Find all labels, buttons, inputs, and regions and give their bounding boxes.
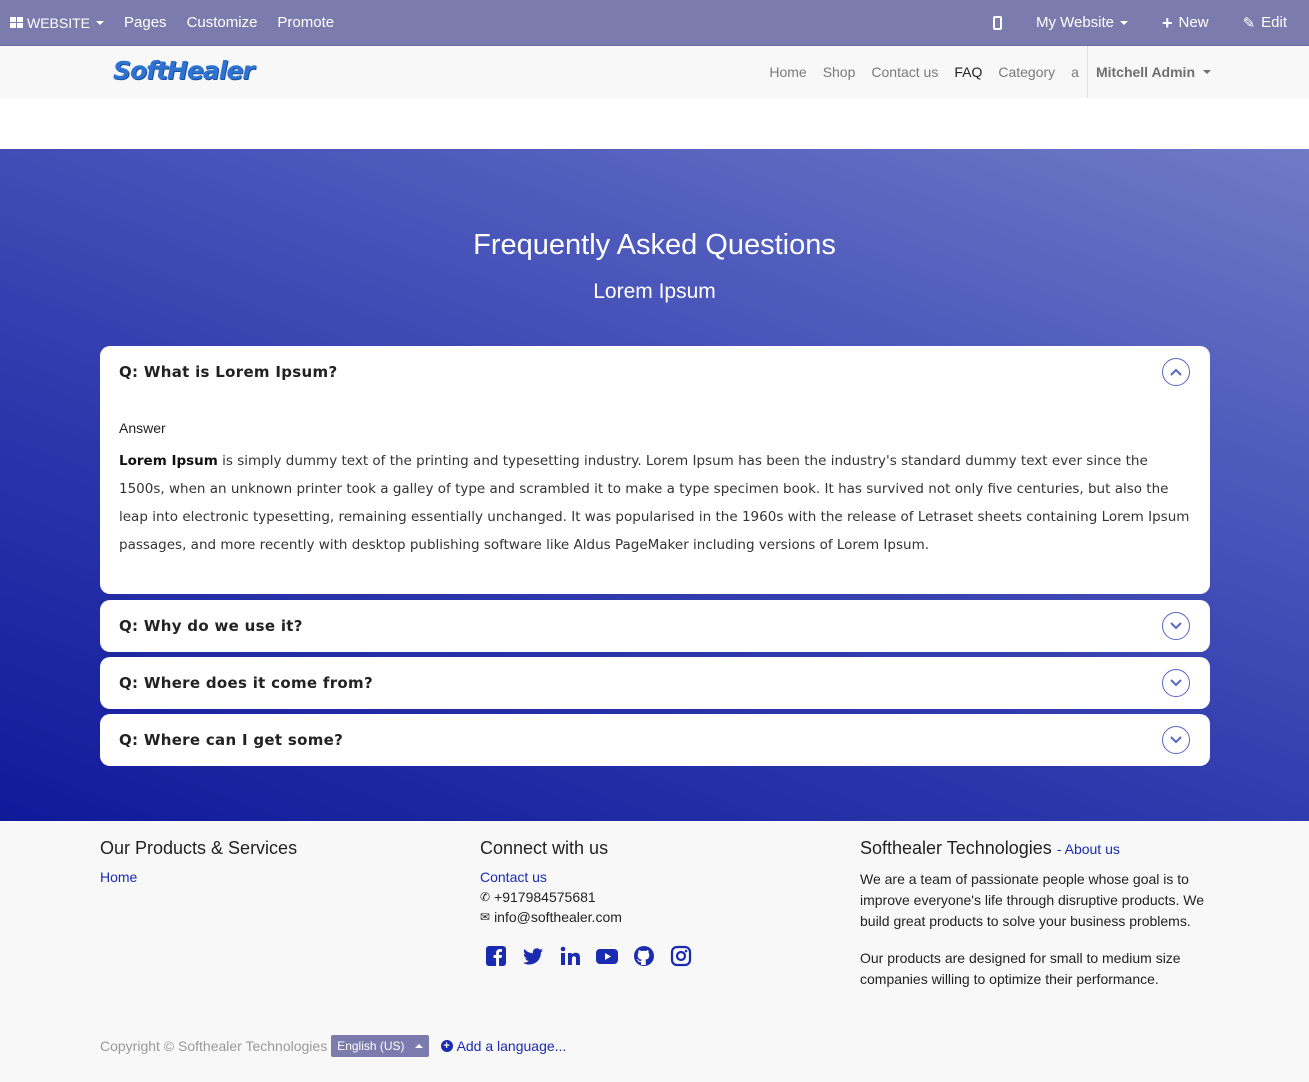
nav-contact-us[interactable]: Contact us — [863, 64, 946, 80]
phone-line: ✆ +917984575681 — [480, 889, 692, 905]
caret-up-icon — [414, 1044, 423, 1048]
linkedin-icon[interactable] — [559, 945, 581, 967]
about-title: Softhealer Technologies - About us — [860, 838, 1210, 859]
envelope-icon: ✉ — [480, 910, 491, 924]
chevron-up-icon[interactable] — [1162, 358, 1190, 386]
caret-down-icon — [96, 20, 105, 25]
plus-icon: + — [1162, 12, 1173, 33]
facebook-icon[interactable] — [485, 945, 507, 967]
chevron-down-icon[interactable] — [1162, 726, 1190, 754]
mobile-icon — [992, 15, 1002, 30]
about-paragraph-2: Our products are designed for small to m… — [860, 950, 1181, 987]
footer-products: Our Products & Services Home — [100, 838, 297, 889]
twitter-icon[interactable] — [522, 945, 544, 967]
my-website-label: My Website — [1035, 14, 1115, 31]
faq-question[interactable]: Q: What is Lorem Ipsum? — [119, 363, 337, 381]
language-label: English (US) — [337, 1039, 405, 1053]
phone-icon: ✆ — [480, 890, 491, 904]
email-address[interactable]: info@softhealer.com — [494, 909, 622, 925]
caret-down-icon — [1120, 20, 1129, 25]
about-paragraph-1: We are a team of passionate people whose… — [860, 871, 1205, 929]
email-line: ✉ info@softhealer.com — [480, 909, 692, 925]
add-language-label: Add a language... — [456, 1038, 567, 1054]
user-menu[interactable]: Mitchell Admin — [1086, 46, 1211, 98]
page-subtitle: Lorem Ipsum — [593, 280, 716, 303]
site-logo[interactable]: SoftHealer — [113, 56, 255, 85]
nav-faq[interactable]: FAQ — [946, 64, 990, 80]
faq-question[interactable]: Q: Where does it come from? — [119, 674, 373, 692]
faq-item[interactable]: Q: Why do we use it? — [100, 600, 1210, 652]
about-us-link[interactable]: - About us — [1057, 841, 1120, 857]
phone-number: +917984575681 — [494, 889, 596, 905]
add-language-link[interactable]: + Add a language... — [440, 1038, 567, 1054]
faq-item[interactable]: Q: Where does it come from? — [100, 657, 1210, 709]
footer-contact-link[interactable]: Contact us — [480, 869, 692, 885]
connect-title: Connect with us — [480, 838, 609, 858]
nav-home[interactable]: Home — [761, 64, 814, 80]
site-header: SoftHealer Home Shop Contact us FAQ Cate… — [0, 45, 1309, 98]
answer-bold: Lorem Ipsum — [119, 453, 218, 469]
new-label: New — [1178, 14, 1209, 31]
faq-item: Q: What is Lorem Ipsum? Answer Lorem Ips… — [100, 346, 1210, 594]
copyright-bar: Copyright © Softhealer Technologies Engl… — [100, 1035, 566, 1057]
instagram-icon[interactable] — [670, 945, 692, 967]
chevron-down-icon[interactable] — [1162, 612, 1190, 640]
faq-section: Frequently Asked Questions Lorem Ipsum Q… — [0, 149, 1309, 821]
edit-button[interactable]: ✎ Edit — [1233, 0, 1297, 45]
social-links — [480, 945, 692, 967]
pages-menu[interactable]: Pages — [114, 0, 177, 45]
answer-label: Answer — [119, 420, 166, 436]
products-title: Our Products & Services — [100, 838, 298, 858]
page-title: Frequently Asked Questions — [473, 229, 836, 261]
new-button[interactable]: + New — [1152, 0, 1219, 45]
chevron-down-icon[interactable] — [1162, 669, 1190, 697]
mobile-preview-button[interactable] — [983, 0, 1012, 45]
edit-label: Edit — [1261, 14, 1287, 31]
nav-category[interactable]: Category — [990, 64, 1063, 80]
faq-answer: Lorem Ipsum is simply dummy text of the … — [119, 447, 1194, 559]
website-menu-label: WEBSITE — [27, 14, 91, 31]
site-footer: Our Products & Services Home Connect wit… — [0, 821, 1309, 1082]
footer-home-link[interactable]: Home — [100, 869, 297, 885]
caret-down-icon — [1203, 70, 1211, 74]
promote-menu[interactable]: Promote — [267, 0, 344, 45]
website-menu-button[interactable]: WEBSITE — [10, 0, 114, 45]
footer-connect: Connect with us Contact us ✆ +9179845756… — [480, 838, 692, 967]
answer-body: is simply dummy text of the printing and… — [119, 453, 1190, 553]
company-name: Softhealer Technologies — [860, 838, 1052, 858]
plus-circle-icon: + — [440, 1040, 453, 1052]
language-selector[interactable]: English (US) — [331, 1035, 429, 1057]
nav-a[interactable]: a — [1063, 64, 1087, 80]
faq-item[interactable]: Q: Where can I get some? — [100, 714, 1210, 766]
apps-grid-icon — [10, 17, 23, 28]
admin-bar: WEBSITE Pages Customize Promote My Websi… — [0, 0, 1309, 45]
main-nav: Home Shop Contact us FAQ Category a Mitc… — [761, 46, 1211, 98]
youtube-icon[interactable] — [596, 945, 618, 967]
user-name: Mitchell Admin — [1095, 64, 1195, 80]
nav-shop[interactable]: Shop — [815, 64, 864, 80]
footer-about: Softhealer Technologies - About us We ar… — [860, 838, 1210, 1006]
faq-question[interactable]: Q: Why do we use it? — [119, 617, 303, 635]
pencil-icon: ✎ — [1242, 14, 1256, 32]
faq-question[interactable]: Q: Where can I get some? — [119, 731, 343, 749]
copyright-text: Copyright © Softhealer Technologies — [100, 1038, 328, 1054]
github-icon[interactable] — [633, 945, 655, 967]
my-website-menu[interactable]: My Website — [1026, 0, 1138, 45]
customize-menu[interactable]: Customize — [177, 0, 268, 45]
